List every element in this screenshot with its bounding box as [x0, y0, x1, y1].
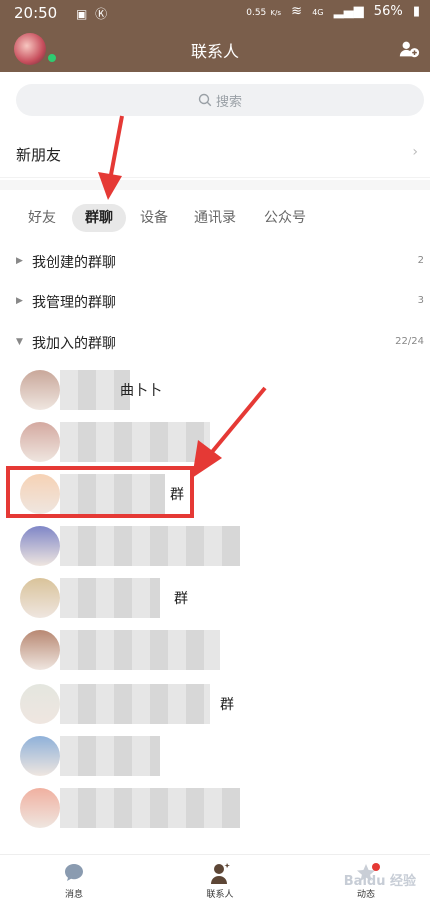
group-list-item[interactable]	[0, 780, 430, 832]
new-friends-label: 新朋友	[16, 146, 62, 164]
group-name: 群	[220, 697, 234, 713]
section-count: 22/24	[395, 336, 424, 347]
group-avatar	[20, 578, 60, 618]
expand-arrow-icon: ▶	[16, 296, 23, 306]
tab-address-book[interactable]: 通讯录	[186, 204, 244, 232]
nav-label: 消息	[64, 890, 83, 900]
section-label: 我管理的群聊	[32, 295, 116, 311]
search-bar[interactable]: 搜索	[16, 84, 424, 116]
status-time: 20:50	[14, 4, 58, 22]
battery-icon: ▮	[412, 4, 420, 19]
contacts-icon	[211, 863, 230, 884]
status-bar: 20:50 ▣ Ⓚ 0.55 K/s ≋ 4G ▂▄▆ 56% ▮	[0, 0, 430, 26]
tab-groups[interactable]: 群聊	[72, 204, 126, 232]
group-list-item[interactable]: 群	[0, 570, 430, 622]
group-name: 群	[174, 591, 188, 607]
tab-friends[interactable]: 好友	[22, 204, 62, 232]
expand-arrow-icon: ▶	[16, 256, 23, 266]
group-name-redacted	[60, 526, 240, 566]
group-name: 曲卜卜	[120, 383, 162, 399]
group-list-item[interactable]	[0, 728, 430, 780]
group-list-item[interactable]	[0, 518, 430, 570]
group-avatar	[20, 736, 60, 776]
group-name-redacted	[60, 684, 210, 724]
nav-contacts[interactable]: 联系人	[180, 861, 260, 900]
net-unit: K/s	[270, 9, 282, 17]
highlight-box	[6, 466, 194, 518]
new-friends-row[interactable]: 新朋友 ›	[0, 128, 430, 178]
group-name-redacted	[60, 788, 240, 828]
group-list-item[interactable]: 曲卜卜	[0, 362, 430, 414]
nav-label: 联系人	[206, 890, 234, 900]
signal-type: 4G	[312, 8, 324, 17]
section-count: 3	[417, 295, 424, 306]
group-avatar	[20, 788, 60, 828]
group-name-redacted	[60, 736, 160, 776]
search-icon	[198, 93, 212, 107]
status-notification-icons: ▣ Ⓚ	[76, 7, 110, 21]
group-list-item[interactable]	[0, 414, 430, 466]
group-name-redacted	[60, 630, 220, 670]
battery-level: 56%	[373, 4, 403, 19]
chevron-right-icon: ›	[412, 144, 418, 160]
nav-label: 动态	[356, 890, 375, 900]
group-avatar	[20, 422, 60, 462]
contact-tabs: 好友 群聊 设备 通讯录 公众号	[0, 200, 430, 234]
group-name-redacted	[60, 422, 210, 462]
section-created-groups[interactable]: ▶ 我创建的群聊 2	[0, 243, 430, 281]
group-list-item[interactable]: 群	[0, 676, 430, 728]
net-speed: 0.55	[246, 8, 267, 18]
wifi-icon: ≋	[291, 4, 303, 19]
tab-official-accounts[interactable]: 公众号	[256, 204, 314, 232]
section-managed-groups[interactable]: ▶ 我管理的群聊 3	[0, 283, 430, 321]
section-label: 我加入的群聊	[32, 336, 116, 352]
section-label: 我创建的群聊	[32, 255, 116, 271]
app-header: 20:50 ▣ Ⓚ 0.55 K/s ≋ 4G ▂▄▆ 56% ▮ 联系人	[0, 0, 430, 72]
search-placeholder: 搜索	[215, 94, 242, 110]
page-title: 联系人	[190, 42, 239, 61]
section-count: 2	[417, 255, 424, 266]
chat-bubble-icon	[65, 864, 83, 881]
group-avatar	[20, 630, 60, 670]
nav-messages[interactable]: 消息	[34, 861, 114, 900]
signal-icon: ▂▄▆	[333, 4, 364, 19]
group-avatar	[20, 526, 60, 566]
add-contact-icon[interactable]	[398, 38, 420, 60]
tab-devices[interactable]: 设备	[134, 204, 174, 232]
group-list-item[interactable]	[0, 622, 430, 674]
section-divider	[0, 180, 430, 190]
group-name-redacted	[60, 578, 160, 618]
group-avatar	[20, 684, 60, 724]
collapse-arrow-icon: ▼	[16, 337, 23, 347]
group-avatar	[20, 370, 60, 410]
status-right-group: 0.55 K/s ≋ 4G ▂▄▆ 56% ▮	[240, 4, 420, 19]
section-joined-groups[interactable]: ▼ 我加入的群聊 22/24	[0, 324, 430, 362]
watermark-text: Baidu 经验	[343, 874, 416, 889]
